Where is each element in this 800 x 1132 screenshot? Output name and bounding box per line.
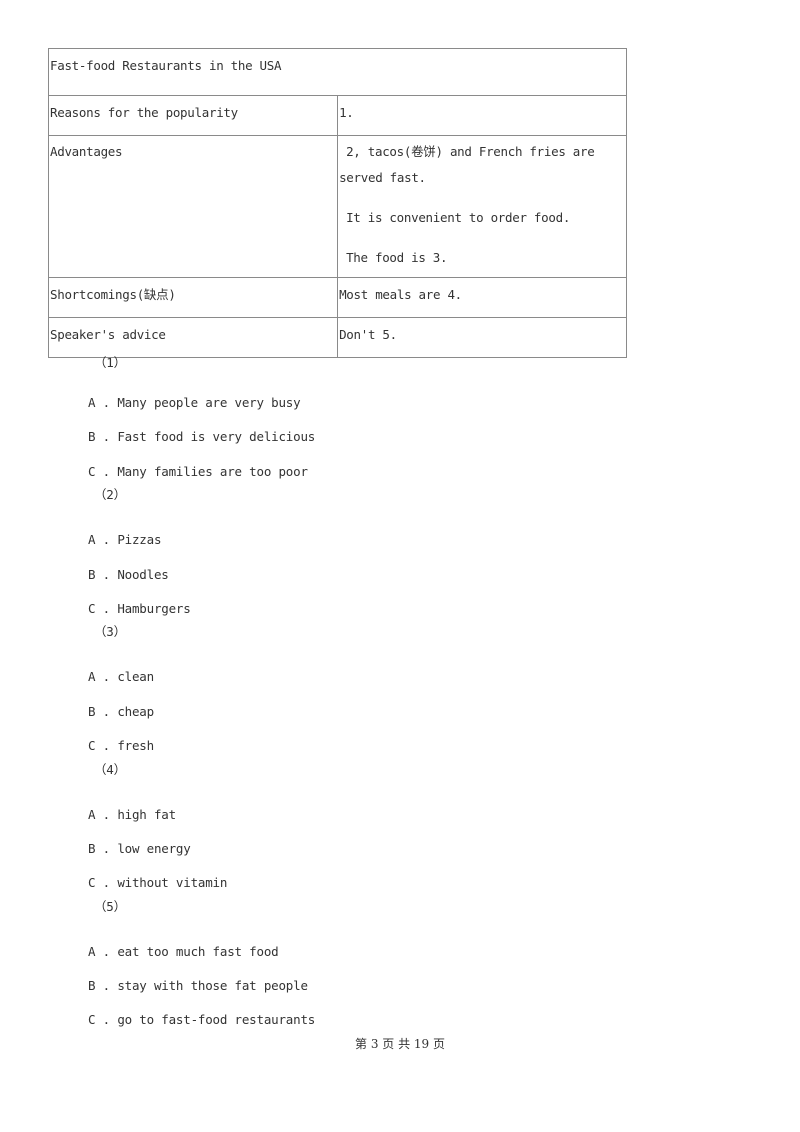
answer-option[interactable]: C . Many families are too poor (88, 452, 315, 486)
row-value: Don't 5. (337, 317, 627, 358)
info-table: Fast-food Restaurants in the USA Reasons… (47, 48, 627, 358)
answer-option[interactable]: A . Pizzas (88, 520, 315, 554)
answer-option[interactable]: A . clean (88, 657, 315, 691)
option-separator: . (95, 943, 118, 959)
question-list: （1） A . Many people are very busy B . Fast… (88, 354, 315, 1035)
table-row: Reasons for the popularity 1. (47, 95, 627, 136)
question-number: （3） (94, 624, 126, 640)
value-line: It is convenient to order food. (346, 210, 571, 225)
question-number: （5） (94, 898, 126, 914)
option-separator: . (95, 1012, 118, 1028)
answer-option[interactable]: C . Hamburgers (88, 589, 315, 623)
option-text: eat too much fast food (117, 943, 279, 959)
option-text: go to fast-food restaurants (117, 1012, 316, 1028)
option-text: Pizzas (117, 532, 162, 548)
answer-option[interactable]: B . stay with those fat people (88, 966, 315, 1000)
answer-option[interactable]: A . Many people are very busy (88, 383, 315, 417)
row-value: 2, tacos(卷饼) and French fries are served… (337, 135, 627, 278)
option-separator: . (95, 875, 118, 891)
answer-option[interactable]: C . without vitamin (88, 863, 315, 897)
option-text: Hamburgers (117, 600, 191, 616)
option-text: Many families are too poor (117, 463, 308, 479)
table-title-row: Fast-food Restaurants in the USA (48, 48, 627, 96)
value-line: 2, tacos(卷饼) and French fries are (346, 144, 595, 159)
question-block: （1） A . Many people are very busy B . Fast… (88, 354, 315, 486)
question-number: （1） (94, 355, 126, 370)
page-footer: 第 3 页 共 19 页 (355, 1037, 445, 1051)
answer-option[interactable]: B . cheap (88, 692, 315, 726)
option-separator: . (95, 532, 118, 548)
row-label: Advantages (47, 135, 339, 278)
question-number: （2） (94, 487, 126, 503)
option-text: Many people are very busy (117, 395, 301, 410)
question-block: （3） A . clean B . cheap C . fresh (88, 623, 315, 760)
row-value: Most meals are 4. (337, 277, 627, 318)
question-block: （5） A . eat too much fast food B . stay wi… (88, 898, 315, 1035)
option-text: without vitamin (117, 875, 228, 891)
row-label: Speaker's advice (47, 317, 339, 358)
option-text: fresh (117, 738, 154, 754)
value-line: served fast. (339, 170, 426, 185)
option-separator: . (95, 703, 118, 719)
answer-option[interactable]: A . high fat (88, 795, 315, 829)
option-separator: . (95, 463, 118, 479)
answer-option[interactable]: B . low energy (88, 829, 315, 863)
table-row: Shortcomings(缺点) Most meals are 4. (47, 277, 627, 318)
option-text: Fast food is very delicious (117, 429, 316, 445)
option-text: Noodles (117, 566, 169, 582)
value-line: The food is 3. (346, 250, 448, 265)
row-label: Shortcomings(缺点) (47, 277, 339, 318)
question-number: （4） (94, 761, 126, 777)
question-block: （4） A . high fat B . low energy C . without… (88, 761, 315, 898)
option-text: stay with those fat people (117, 978, 308, 994)
option-text: cheap (117, 703, 154, 719)
option-separator: . (95, 978, 118, 994)
option-separator: . (95, 429, 118, 445)
option-separator: . (95, 840, 118, 856)
option-text: low energy (117, 840, 191, 856)
answer-option[interactable]: C . fresh (88, 726, 315, 760)
answer-option[interactable]: B . Fast food is very delicious (88, 417, 315, 451)
answer-option[interactable]: A . eat too much fast food (88, 932, 315, 966)
answer-option[interactable]: C . go to fast-food restaurants (88, 1000, 315, 1034)
row-label: Reasons for the popularity (47, 95, 339, 136)
option-separator: . (95, 566, 118, 582)
option-text: clean (117, 669, 154, 685)
document-page: Fast-food Restaurants in the USA Reasons… (0, 0, 800, 1132)
option-separator: . (95, 669, 118, 685)
table-row: Speaker's advice Don't 5. (47, 317, 627, 358)
answer-option[interactable]: B . Noodles (88, 555, 315, 589)
question-block: （2） A . Pizzas B . Noodles C . Hamburgers (88, 486, 315, 623)
table-row: Advantages 2, tacos(卷饼) and French fries… (47, 135, 627, 278)
option-text: high fat (117, 806, 176, 822)
option-separator: . (95, 600, 118, 616)
row-value: 1. (337, 95, 627, 136)
option-separator: . (95, 738, 118, 754)
option-separator: . (95, 395, 118, 410)
option-separator: . (95, 806, 118, 822)
table-title: Fast-food Restaurants in the USA (48, 48, 627, 96)
